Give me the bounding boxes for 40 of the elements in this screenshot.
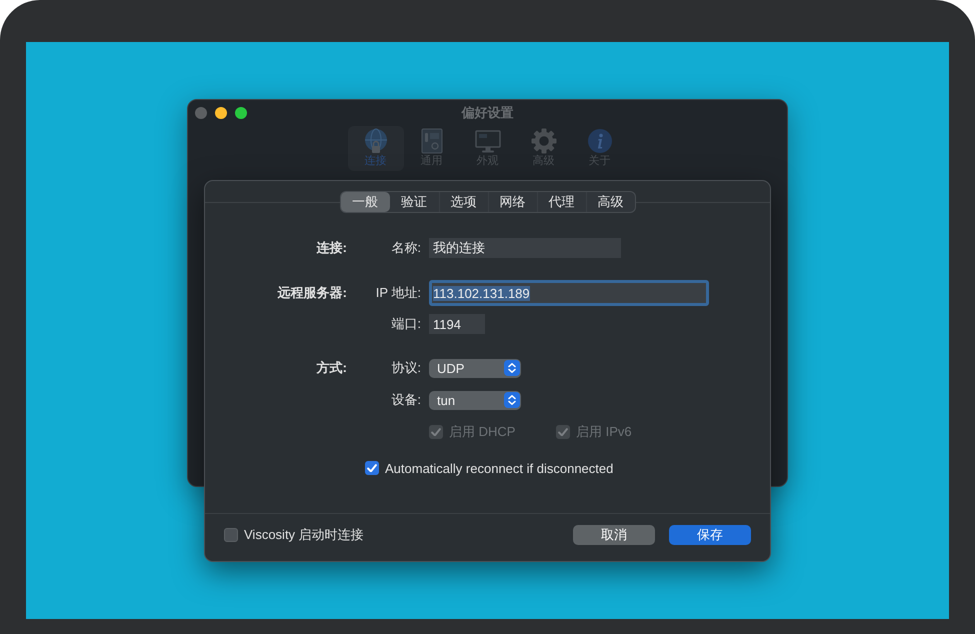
section-label: 连接: xyxy=(316,239,347,257)
checkbox[interactable] xyxy=(224,528,238,542)
field-label: 名称: xyxy=(391,239,421,257)
up-down-chevron-icon xyxy=(504,360,520,376)
field-label: IP 地址: xyxy=(376,284,421,302)
zoom-button[interactable] xyxy=(235,107,247,119)
checkbox-label: Viscosity 启动时连接 xyxy=(244,526,364,544)
popup-button[interactable]: tun xyxy=(429,390,521,410)
gear-icon xyxy=(530,128,556,154)
checkmark-icon xyxy=(558,428,568,436)
checkbox-label: Automatically reconnect if disconnected xyxy=(385,460,614,476)
tab[interactable]: 选项 xyxy=(438,192,488,212)
minimize-button[interactable] xyxy=(215,107,227,119)
checkbox-label: 启用 IPv6 xyxy=(576,423,632,441)
up-down-chevron-icon xyxy=(504,392,520,408)
info-icon xyxy=(586,128,612,154)
section-label: 远程服务器: xyxy=(278,284,347,302)
globe-lock-icon xyxy=(362,128,388,154)
checkbox[interactable] xyxy=(365,461,379,475)
tab[interactable]: 验证 xyxy=(390,192,438,212)
popup-button[interactable]: UDP xyxy=(429,358,521,378)
field-label: 端口: xyxy=(391,315,421,333)
checkbox-label: 启用 DHCP xyxy=(449,423,516,441)
monitor-icon xyxy=(474,128,500,154)
checkmark-icon xyxy=(367,464,377,472)
field-label: 设备: xyxy=(391,391,421,409)
checkmark-icon xyxy=(431,428,441,436)
text-field[interactable]: 113.102.131.189 xyxy=(429,280,709,306)
text-field[interactable]: 1194 xyxy=(429,314,485,334)
section-label: 方式: xyxy=(316,359,347,377)
cancel-button[interactable]: 取消 xyxy=(573,525,655,545)
window-title: 偏好设置 xyxy=(462,104,514,122)
tab[interactable]: 一般 xyxy=(340,192,390,212)
field-label: 协议: xyxy=(391,359,421,377)
tab[interactable]: 高级 xyxy=(586,192,634,212)
text-field[interactable]: 我的连接 xyxy=(429,238,621,258)
tab[interactable]: 代理 xyxy=(536,192,586,212)
panel-icon xyxy=(418,128,444,154)
tab[interactable]: 网络 xyxy=(488,192,536,212)
save-button[interactable]: 保存 xyxy=(669,525,751,545)
